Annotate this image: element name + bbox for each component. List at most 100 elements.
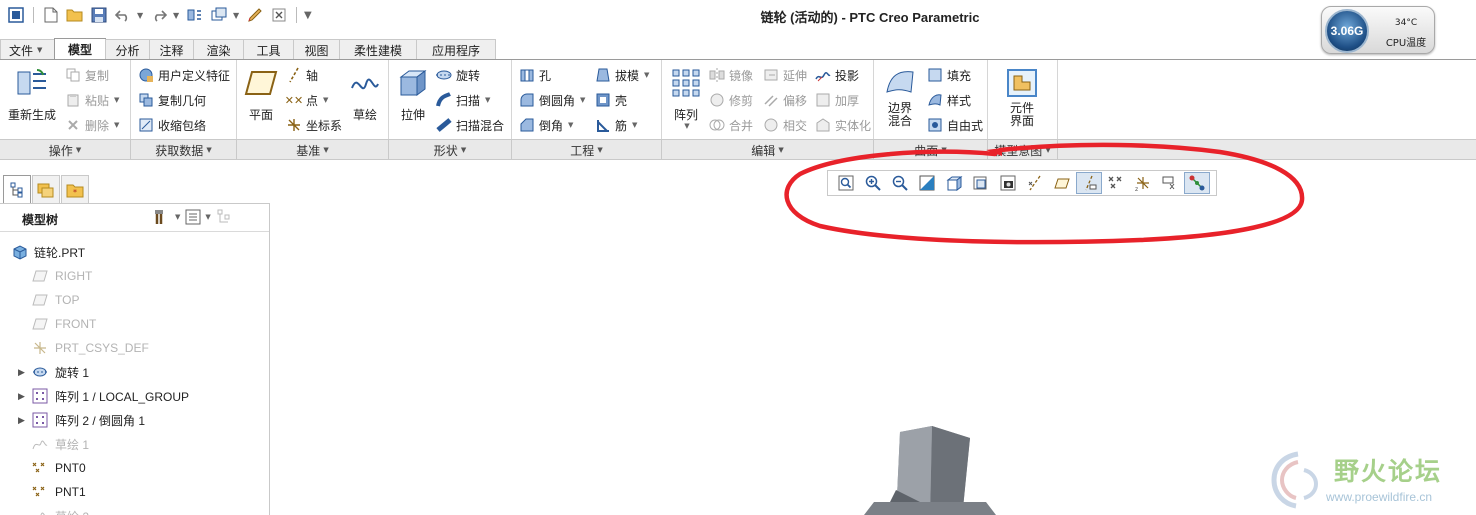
solidify-button[interactable]: 实体化 [814,114,871,136]
tab-applications[interactable]: 应用程序 [416,39,496,60]
tab-flexible-modeling[interactable]: 柔性建模 [339,39,417,60]
tab-annotate[interactable]: 注释 [149,39,194,60]
extrude-button[interactable]: 拉伸 [395,60,431,122]
round-button[interactable]: 倒圆角 ▼ [518,89,585,111]
delete-button[interactable]: 删除 ▼ [64,114,119,136]
offset-button[interactable]: 偏移 [762,89,807,111]
undo-dropdown-icon[interactable]: ▼ [137,11,145,20]
view-toolbar-button[interactable] [941,172,967,194]
mirror-button[interactable]: 镜像 [708,64,753,86]
view-toolbar-button[interactable] [860,172,886,194]
chamfer-button[interactable]: 倒角 ▼ [518,114,573,136]
view-toolbar-button[interactable] [914,172,940,194]
group-footer-shapes[interactable]: 形状 ▼ [389,140,512,160]
tree-item[interactable]: TOP [0,288,269,312]
boundary-blend-button[interactable]: 边界混合 [882,60,918,128]
regenerate-button[interactable]: 重新生成 [6,60,58,122]
axis-button[interactable]: 轴 [285,64,318,86]
merge-button[interactable]: 合并 [708,114,753,136]
sweep-button[interactable]: 扫描 ▼ [435,89,490,111]
view-toolbar-button[interactable] [995,172,1021,194]
tree-item[interactable]: PRT_CSYS_DEF [0,336,269,360]
pattern-button[interactable]: 阵列 ▼ [668,60,704,130]
copy-button[interactable]: 复制 [64,64,109,86]
view-toolbar-button[interactable] [1184,172,1210,194]
plane-button[interactable]: 平面 [243,60,279,122]
tab-view[interactable]: 视图 [293,39,340,60]
sketch-button[interactable]: 草绘 [347,60,383,122]
freestyle-button[interactable]: 自由式 [926,114,983,136]
tree-filter-button[interactable] [216,208,234,226]
redo-dropdown-icon[interactable]: ▼ [173,11,181,20]
tree-item[interactable]: 草绘 2 [0,504,269,515]
shrinkwrap-button[interactable]: 收缩包络 [137,114,206,136]
tree-show-button[interactable]: ▼ [185,209,211,225]
windows-dropdown-icon[interactable]: ▼ [233,11,241,20]
view-toolbar-button[interactable] [1022,172,1048,194]
revolve-button[interactable]: 旋转 [435,64,480,86]
tab-analysis[interactable]: 分析 [105,39,150,60]
draft-button[interactable]: 拔模 ▼ [594,64,649,86]
regenerate-icon[interactable] [185,5,205,25]
group-footer-operations[interactable]: 操作 ▼ [0,140,131,160]
view-toolbar-button[interactable] [887,172,913,194]
group-footer-model-intent[interactable]: 模型意图 ▼ [988,140,1058,160]
tree-item[interactable]: ▶ 旋转 1 [0,360,269,384]
view-toolbar-button[interactable]: z [1130,172,1156,194]
csys-button[interactable]: 坐标系 [285,114,342,136]
intersect-button[interactable]: 相交 [762,114,807,136]
hole-button[interactable]: 孔 [518,64,551,86]
expand-arrow-icon[interactable]: ▶ [18,391,25,402]
tree-item[interactable]: PNT0 [0,456,269,480]
windows-icon[interactable] [209,5,229,25]
save-icon[interactable] [89,5,109,25]
group-footer-editing[interactable]: 编辑 ▼ [662,140,874,160]
style-button[interactable]: 样式 [926,89,971,111]
customize-toolbar-icon[interactable]: ▼ [304,10,312,21]
shell-button[interactable]: 壳 [594,89,627,111]
redo-icon[interactable] [149,5,169,25]
view-toolbar-button[interactable] [833,172,859,194]
cpu-temperature-widget[interactable]: 3.06G 34°C CPU温度 [1321,6,1435,54]
view-toolbar-button[interactable] [1103,172,1129,194]
tree-item[interactable]: FRONT [0,312,269,336]
component-interface-button[interactable]: 元件界面 [1004,60,1040,128]
point-button[interactable]: ✕✕ 点 ▼ [285,89,329,111]
sprocket-model[interactable] [860,420,1000,515]
tree-item[interactable]: ▶ 阵列 1 / LOCAL_GROUP [0,384,269,408]
tab-tools[interactable]: 工具 [243,39,294,60]
tab-folder-browser[interactable] [32,175,60,203]
tree-item[interactable]: 草绘 1 [0,432,269,456]
undo-icon[interactable] [113,5,133,25]
project-button[interactable]: 投影 [814,64,859,86]
new-file-icon[interactable] [41,5,61,25]
tab-file[interactable]: 文件 ▼ [0,39,55,60]
tree-item[interactable]: RIGHT [0,264,269,288]
tab-render[interactable]: 渲染 [193,39,244,60]
open-folder-icon[interactable] [65,5,85,25]
close-window-icon[interactable] [269,5,289,25]
tab-model[interactable]: 模型 [54,38,106,60]
view-toolbar-button[interactable] [1049,172,1075,194]
group-footer-datum[interactable]: 基准 ▼ [237,140,389,160]
view-toolbar-button[interactable] [1157,172,1183,194]
tree-settings-button[interactable]: ▼ [153,208,180,226]
trim-button[interactable]: 修剪 [708,89,753,111]
group-footer-engineering[interactable]: 工程 ▼ [512,140,662,160]
extend-button[interactable]: 延伸 [762,64,807,86]
expand-arrow-icon[interactable]: ▶ [18,367,25,378]
rib-button[interactable]: 筋 ▼ [594,114,637,136]
tab-favorites[interactable]: * [61,175,89,203]
app-menu-icon[interactable] [6,5,26,25]
view-toolbar-button[interactable] [1076,172,1102,194]
swept-blend-button[interactable]: 扫描混合 [435,114,504,136]
udf-button[interactable]: 用户定义特征 [137,64,230,86]
thicken-button[interactable]: 加厚 [814,89,859,111]
tree-item[interactable]: ▶ 阵列 2 / 倒圆角 1 [0,408,269,432]
tree-item[interactable]: PNT1 [0,480,269,504]
fill-button[interactable]: 填充 [926,64,971,86]
expand-arrow-icon[interactable]: ▶ [18,415,25,426]
group-footer-get-data[interactable]: 获取数据 ▼ [131,140,237,160]
view-toolbar-button[interactable] [968,172,994,194]
tab-model-tree[interactable] [3,175,31,203]
